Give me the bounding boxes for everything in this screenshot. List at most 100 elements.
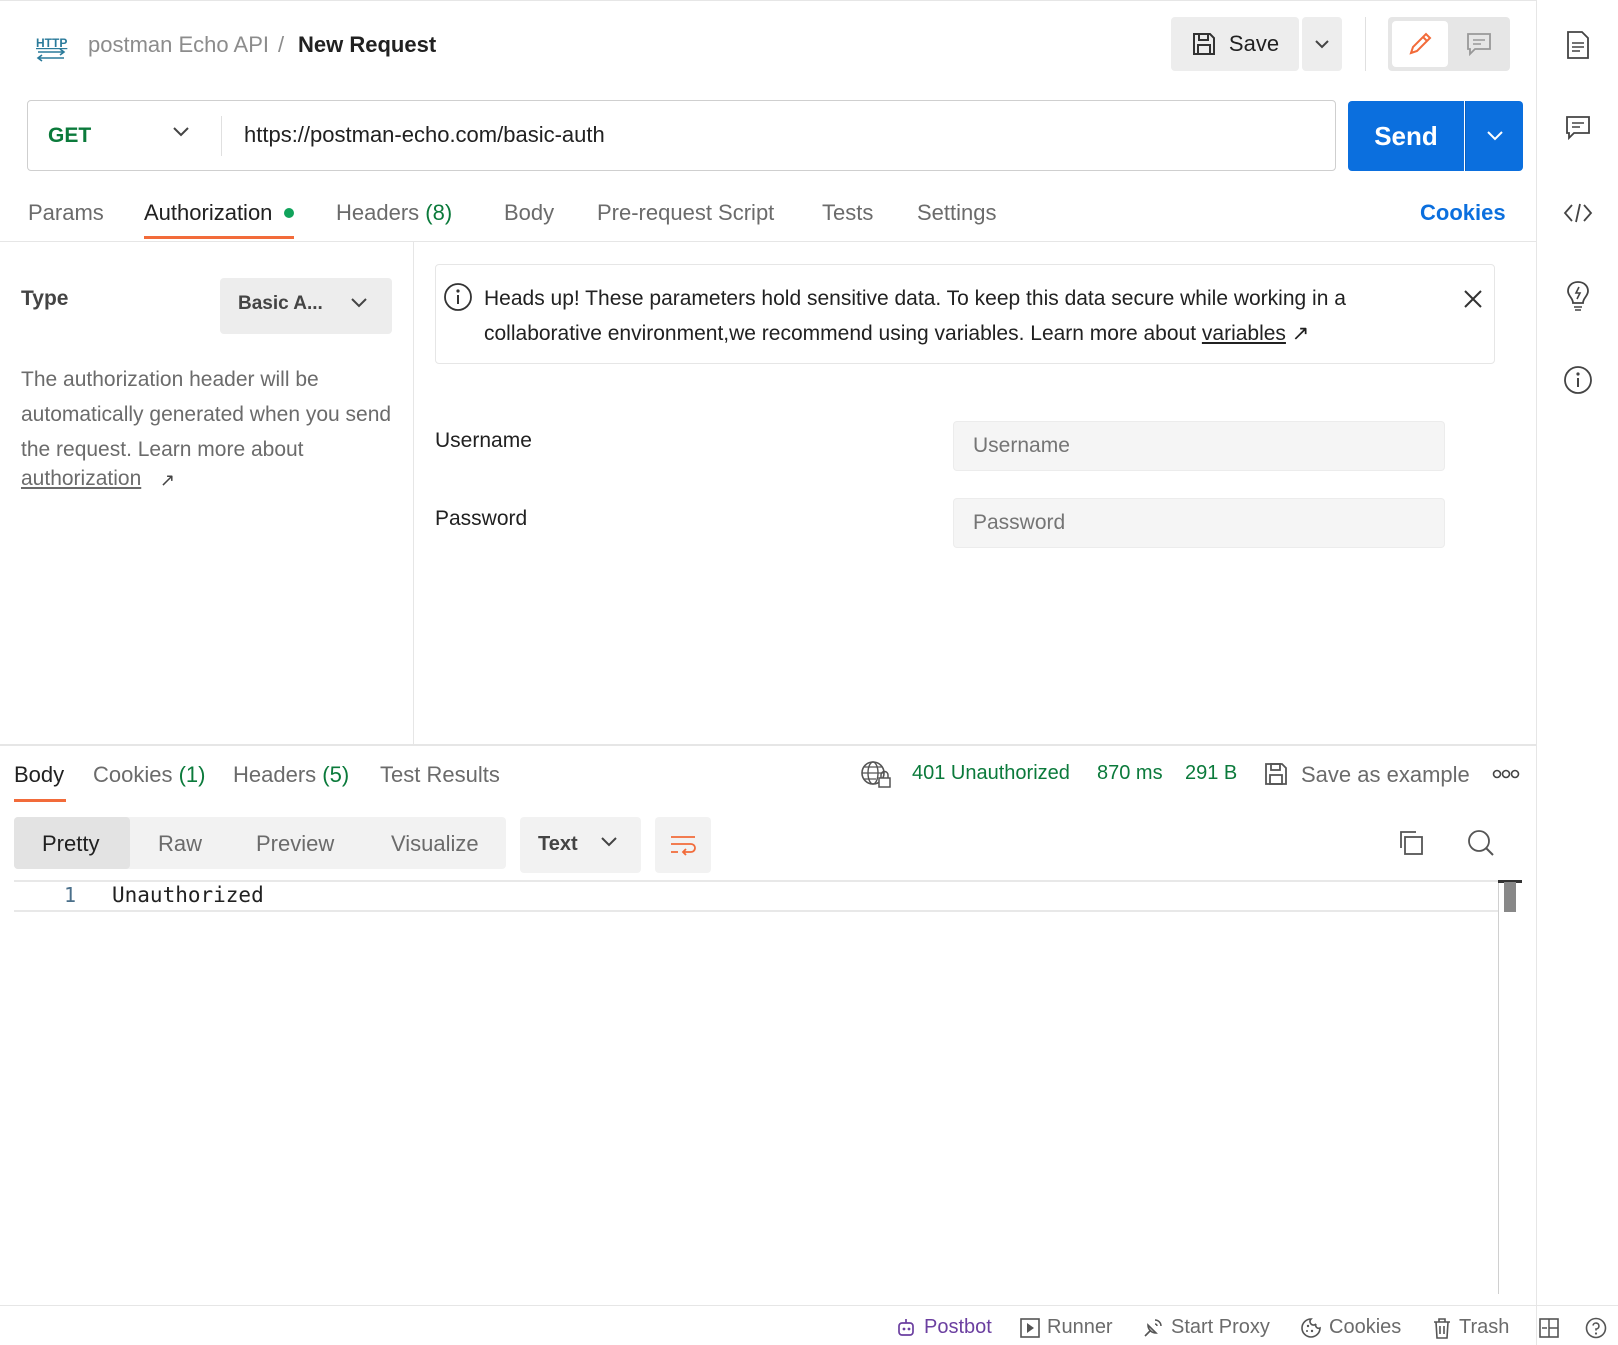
tab-authorization[interactable]: Authorization	[144, 200, 272, 226]
method-select[interactable]: GET	[48, 124, 91, 148]
url-bar	[27, 100, 1336, 171]
comments-icon[interactable]	[1562, 112, 1594, 144]
pencil-icon	[1406, 30, 1434, 58]
external-link-icon: ↗	[1291, 322, 1310, 345]
tabs-divider	[0, 241, 1536, 242]
response-tab-body[interactable]: Body	[14, 762, 64, 788]
tab-body[interactable]: Body	[504, 200, 554, 226]
password-label: Password	[435, 507, 528, 530]
chevron-down-icon[interactable]	[600, 836, 618, 848]
panel-divider[interactable]	[413, 242, 414, 744]
cookies-label: Cookies	[1329, 1316, 1402, 1338]
url-divider	[221, 116, 222, 156]
tab-label: Headers	[233, 762, 317, 787]
username-label: Username	[435, 429, 532, 452]
info-icon[interactable]	[1562, 364, 1594, 396]
runner-button[interactable]: Runner	[1020, 1316, 1113, 1339]
chevron-down-icon	[1486, 130, 1504, 142]
more-options-icon[interactable]	[1492, 768, 1520, 780]
tab-tests[interactable]: Tests	[822, 200, 873, 226]
password-input[interactable]	[953, 498, 1445, 548]
username-input[interactable]	[953, 421, 1445, 471]
chevron-down-icon[interactable]	[172, 126, 190, 138]
breadcrumb-separator: /	[278, 32, 285, 57]
response-splitter[interactable]	[0, 744, 1536, 746]
response-tab-test-results[interactable]: Test Results	[380, 762, 500, 788]
search-icon[interactable]	[1467, 829, 1495, 857]
save-button-label: Save	[1228, 31, 1280, 56]
response-status[interactable]: 401 Unauthorized	[912, 762, 1070, 785]
help-icon[interactable]	[1585, 1317, 1607, 1339]
tab-label: Cookies	[93, 762, 173, 787]
view-raw-button[interactable]: Raw	[158, 831, 202, 857]
close-icon[interactable]	[1462, 288, 1484, 310]
runner-label: Runner	[1047, 1316, 1113, 1338]
cookie-icon	[1300, 1317, 1322, 1339]
save-as-example-button[interactable]: Save as example	[1301, 762, 1470, 788]
active-tab-indicator	[14, 799, 66, 802]
http-request-icon: HTTP	[34, 30, 68, 62]
satellite-icon	[1142, 1317, 1164, 1339]
play-icon	[1020, 1317, 1040, 1338]
save-options-dropdown[interactable]	[1302, 17, 1342, 71]
tab-settings[interactable]: Settings	[917, 200, 997, 226]
trash-label: Trash	[1459, 1316, 1510, 1338]
auth-type-label: Type	[21, 287, 69, 310]
tab-count: (1)	[178, 762, 206, 787]
view-pretty-button[interactable]: Pretty	[42, 831, 99, 857]
line-number: 1	[64, 883, 77, 907]
postbot-label: Postbot	[924, 1316, 992, 1338]
start-proxy-label: Start Proxy	[1171, 1316, 1270, 1338]
tab-pre-request-script[interactable]: Pre-request Script	[597, 200, 774, 226]
active-tab-indicator	[144, 236, 294, 239]
tab-params[interactable]: Params	[28, 200, 104, 226]
auth-type-value[interactable]: Basic A...	[238, 293, 323, 315]
save-button[interactable]: Save	[1171, 17, 1299, 71]
trash-button[interactable]: Trash	[1432, 1316, 1509, 1339]
send-button[interactable]: Send	[1348, 101, 1464, 171]
save-icon	[1191, 31, 1217, 57]
lightbulb-icon[interactable]	[1562, 280, 1594, 312]
chevron-down-icon	[1314, 39, 1330, 49]
tab-headers[interactable]: Headers (8)	[336, 200, 452, 226]
view-visualize-button[interactable]: Visualize	[391, 831, 479, 857]
response-tab-cookies[interactable]: Cookies (1)	[93, 762, 206, 788]
cookies-button[interactable]: Cookies	[1300, 1316, 1401, 1339]
documentation-icon[interactable]	[1562, 29, 1594, 61]
network-globe-icon[interactable]	[860, 760, 892, 790]
response-format-value[interactable]: Text	[538, 833, 578, 856]
breadcrumb-collection[interactable]: postman Echo API	[88, 32, 269, 58]
send-options-dropdown[interactable]	[1465, 101, 1523, 171]
auth-description: The authorization header will be automat…	[21, 368, 392, 461]
two-pane-layout-icon[interactable]	[1539, 1318, 1559, 1338]
wrap-lines-button[interactable]	[655, 817, 711, 873]
scrollbar-thumb[interactable]	[1504, 882, 1516, 912]
tab-count: (8)	[425, 200, 453, 225]
save-icon[interactable]	[1263, 761, 1289, 787]
authorization-learn-link[interactable]: authorization	[21, 467, 141, 491]
copy-icon[interactable]	[1397, 829, 1425, 857]
header-divider	[1365, 17, 1366, 71]
variables-link[interactable]: variables	[1202, 322, 1286, 345]
comment-mode-button[interactable]	[1452, 21, 1506, 67]
response-time[interactable]: 870 ms	[1097, 762, 1163, 785]
comment-icon	[1466, 32, 1492, 56]
url-input[interactable]: https://postman-echo.com/basic-auth	[244, 122, 605, 148]
trash-icon	[1432, 1317, 1452, 1339]
code-snippet-icon[interactable]	[1562, 197, 1594, 229]
edit-mode-button[interactable]	[1392, 21, 1448, 67]
view-preview-button[interactable]: Preview	[256, 831, 334, 857]
banner-message: Heads up! These parameters hold sensitiv…	[484, 281, 1414, 351]
response-size[interactable]: 291 B	[1185, 762, 1237, 785]
svg-text:HTTP: HTTP	[36, 36, 67, 50]
request-name[interactable]: New Request	[298, 32, 436, 58]
postbot-button[interactable]: Postbot	[895, 1316, 992, 1339]
chevron-down-icon[interactable]	[350, 297, 368, 309]
editor-scrollbar[interactable]	[1498, 880, 1499, 1294]
tab-label: Headers	[336, 200, 420, 225]
tab-count: (5)	[322, 762, 350, 787]
cookies-link[interactable]: Cookies	[1420, 200, 1506, 226]
response-body-text[interactable]: Unauthorized	[112, 883, 264, 907]
response-tab-headers[interactable]: Headers (5)	[233, 762, 349, 788]
start-proxy-button[interactable]: Start Proxy	[1142, 1316, 1270, 1339]
